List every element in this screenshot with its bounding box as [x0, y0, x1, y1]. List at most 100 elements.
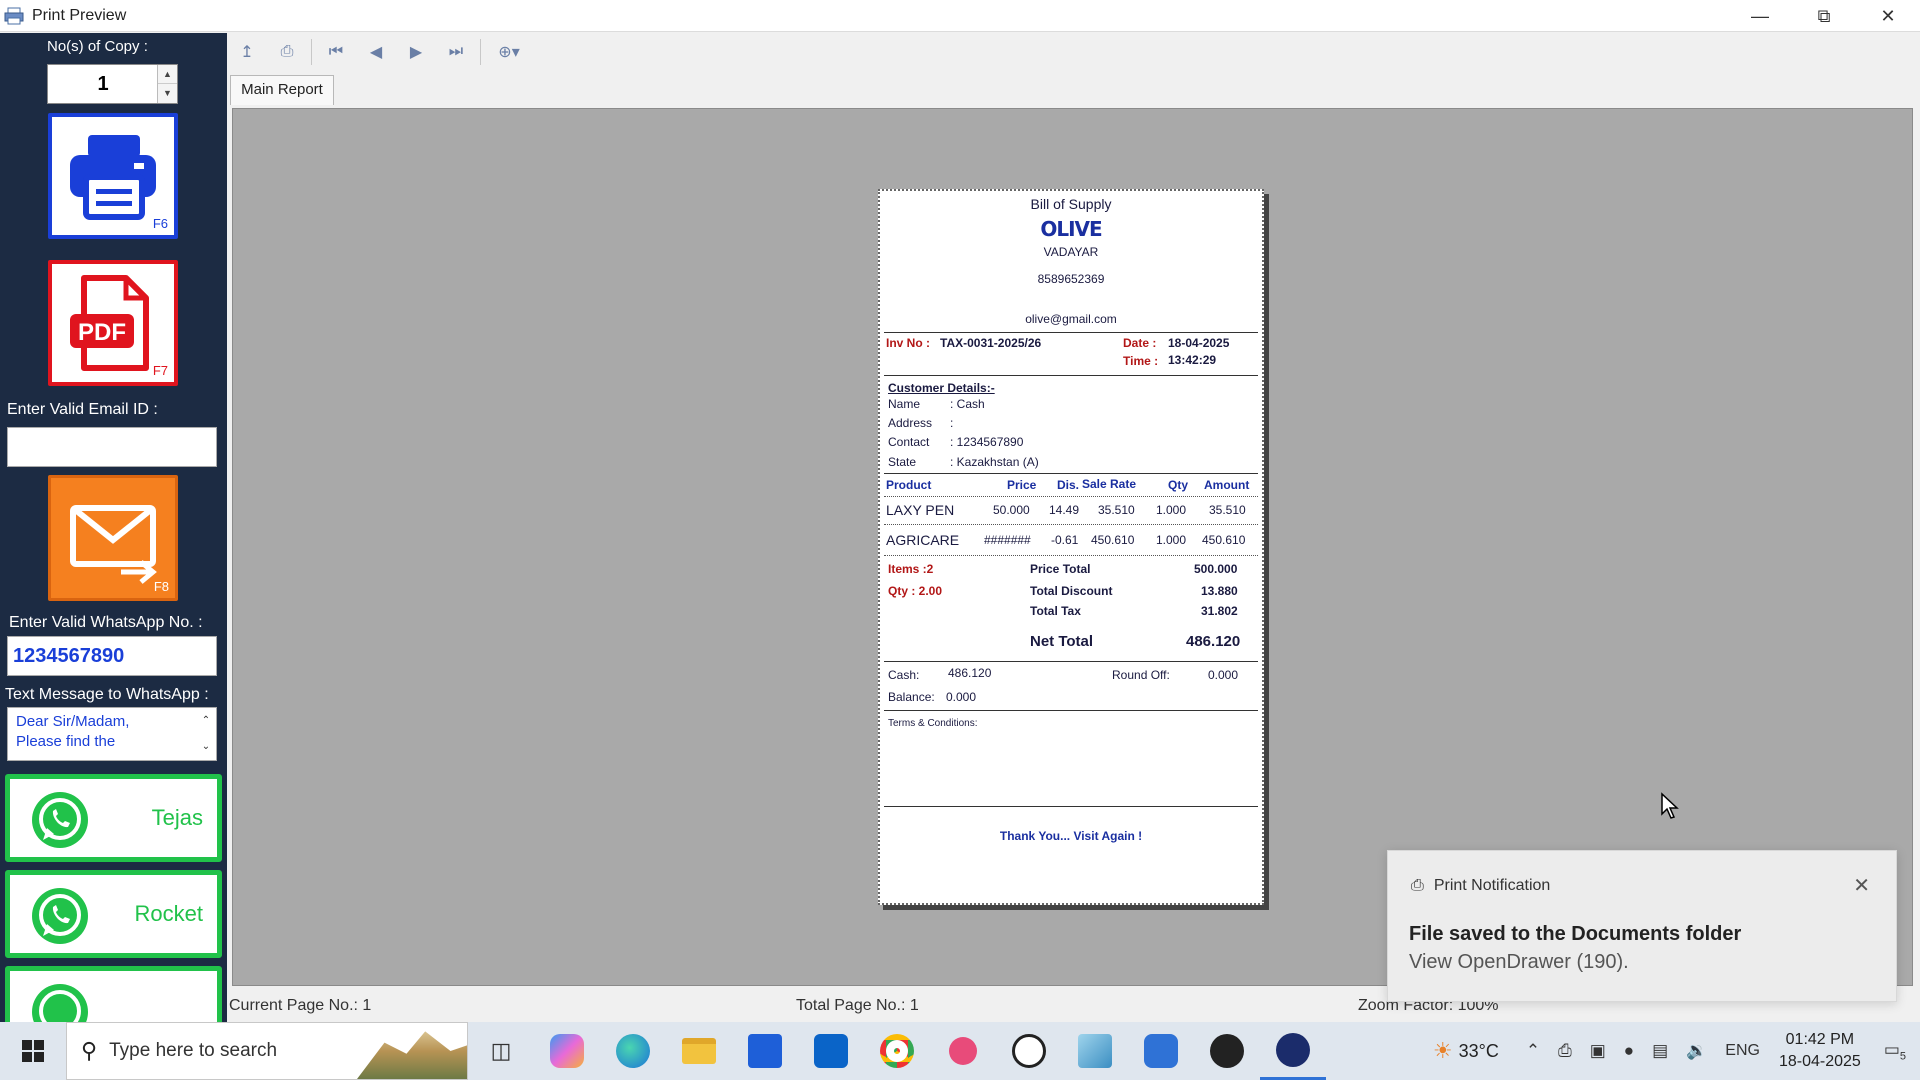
invoice-label: Inv No : [886, 336, 930, 350]
minimize-button[interactable]: — [1728, 0, 1792, 32]
customer-value: : 1234567890 [950, 435, 1024, 449]
tab-bar: Main Report [227, 71, 1920, 107]
customer-value: : [950, 416, 954, 430]
edge-icon[interactable] [600, 1022, 666, 1080]
task-view-icon[interactable]: ◫ [468, 1022, 534, 1080]
search-placeholder: Type here to search [109, 1040, 278, 1061]
print-icon[interactable]: ⎙ [267, 36, 307, 68]
toolbar-separator [480, 39, 481, 65]
net-total-value: 486.120 [1186, 633, 1241, 650]
tab-main-report[interactable]: Main Report [230, 75, 334, 105]
app-icon[interactable] [1194, 1022, 1260, 1080]
clock-time: 01:42 PM [1785, 1031, 1855, 1048]
zoom-dropdown-icon[interactable]: ⊕▾ [485, 36, 533, 68]
invoice-number: TAX-0031-2025/26 [940, 336, 1042, 350]
whatsapp-send-tejas-button[interactable]: Tejas [5, 774, 222, 862]
whatsapp-taskbar-icon[interactable] [996, 1022, 1062, 1080]
roundoff-value: 0.000 [1208, 668, 1239, 682]
message-scrollbar[interactable]: ⌃ ⌄ [196, 708, 216, 760]
company-email: olive@gmail.com [1025, 312, 1117, 326]
toolbar-separator [311, 39, 312, 65]
printer-tray-icon[interactable]: ⎙ [1558, 1041, 1572, 1061]
notification-center-icon[interactable]: ▭5 [1884, 1040, 1906, 1062]
notification-toast[interactable]: ⎙ Print Notification ✕ File saved to the… [1387, 850, 1897, 1002]
last-page-icon[interactable]: ⏭ [436, 36, 476, 68]
snipping-tool-icon[interactable] [930, 1022, 996, 1080]
company-city: VADAYAR [1043, 245, 1099, 259]
copilot-icon[interactable] [534, 1022, 600, 1080]
copies-label: No(s) of Copy : [47, 38, 148, 55]
item-amount: 450.610 [1202, 533, 1246, 547]
column-header-amount: Amount [1204, 478, 1250, 492]
whatsapp-number-input[interactable]: 1234567890 [7, 636, 217, 676]
item-rate: 35.510 [1098, 503, 1135, 517]
terms-label: Terms & Conditions: [888, 718, 978, 729]
microsoft-store-icon[interactable] [732, 1022, 798, 1080]
stepper-down-icon[interactable]: ▼ [158, 84, 177, 103]
title-bar: Print Preview — ⧉ ✕ [0, 0, 1920, 32]
divider [884, 555, 1258, 556]
temperature[interactable]: 33°C [1459, 1041, 1499, 1062]
message-text[interactable]: Dear Sir/Madam, Please find the [16, 712, 191, 752]
item-qty: 1.000 [1156, 533, 1187, 547]
column-header-sale-rate: Sale Rate [1082, 477, 1137, 491]
chrome-icon[interactable] [864, 1022, 930, 1080]
next-page-icon[interactable]: ▶ [396, 36, 436, 68]
discount-label: Total Discount [1030, 584, 1113, 598]
toolbar: ↥ ⎙ ⏮ ◀ ▶ ⏭ ⊕▾ [227, 33, 1920, 71]
restore-button[interactable]: ⧉ [1792, 0, 1856, 32]
whatsapp-icon [32, 792, 88, 848]
divider [884, 496, 1258, 497]
notification-close-icon[interactable]: ✕ [1853, 873, 1870, 898]
volume-icon[interactable]: 🔉 [1686, 1041, 1707, 1061]
email-input[interactable] [7, 427, 217, 467]
notification-count: 5 [1899, 1050, 1906, 1063]
network-icon[interactable]: ▤ [1652, 1041, 1668, 1061]
sidebar: No(s) of Copy : 1 ▲ ▼ F6 PDF F7 Enter Va… [0, 33, 227, 1023]
pos-app-icon[interactable] [1260, 1022, 1326, 1080]
net-total-label: Net Total [1030, 633, 1094, 650]
stepper-up-icon[interactable]: ▲ [158, 65, 177, 84]
app-icon[interactable] [1062, 1022, 1128, 1080]
export-icon[interactable]: ↥ [227, 36, 267, 68]
item-amount: 35.510 [1209, 503, 1246, 517]
pdf-icon-text: PDF [78, 319, 126, 346]
taskbar-search-box[interactable]: ⚲ Type here to search [66, 1022, 468, 1080]
app-icon[interactable] [1128, 1022, 1194, 1080]
first-page-icon[interactable]: ⏮ [316, 36, 356, 68]
roundoff-label: Round Off: [1112, 668, 1170, 682]
notification-body: View OpenDrawer (190). [1409, 951, 1629, 973]
item-discount: -0.61 [1051, 533, 1079, 547]
whatsapp-send-rocket-button[interactable]: Rocket [5, 870, 222, 958]
device-tray-icon[interactable]: ▣ [1590, 1041, 1606, 1061]
previous-page-icon[interactable]: ◀ [356, 36, 396, 68]
price-total-label: Price Total [1030, 562, 1091, 576]
whatsapp-send-third-button[interactable] [5, 966, 222, 1023]
customer-key: State [888, 455, 917, 469]
printer-app-icon [4, 7, 24, 24]
copies-stepper[interactable]: 1 ▲ ▼ [47, 64, 178, 104]
notification-app-name: Print Notification [1433, 877, 1551, 894]
items-count: Items :2 [888, 562, 934, 576]
file-explorer-icon[interactable] [666, 1022, 732, 1080]
whatsapp-contact-name: Tejas [151, 805, 203, 830]
whatsapp-icon [32, 888, 88, 944]
start-button[interactable] [0, 1022, 66, 1080]
pdf-button[interactable]: PDF F7 [48, 260, 178, 386]
customer-heading: Customer Details:- [888, 381, 995, 395]
language-indicator[interactable]: ENG [1725, 1042, 1760, 1060]
search-highlight-image [357, 1031, 467, 1079]
message-textarea[interactable]: Dear Sir/Madam, Please find the ⌃ ⌄ [7, 707, 217, 761]
copies-value[interactable]: 1 [48, 65, 158, 103]
close-button[interactable]: ✕ [1856, 0, 1920, 32]
column-header-product: Product [886, 478, 932, 492]
weather-icon[interactable]: ☀ [1433, 1038, 1453, 1064]
microphone-icon[interactable]: ● [1624, 1041, 1634, 1061]
clock[interactable]: 01:42 PM 18-04-2025 [1779, 1029, 1861, 1073]
outlook-icon[interactable] [798, 1022, 864, 1080]
show-hidden-icons-icon[interactable]: ⌃ [1526, 1041, 1540, 1061]
bill-page: Bill of Supply OLIVE VADAYAR 8589652369 … [878, 189, 1264, 905]
email-send-button[interactable]: F8 [48, 475, 178, 601]
qty-total: Qty : 2.00 [888, 584, 943, 598]
print-button[interactable]: F6 [48, 113, 178, 239]
